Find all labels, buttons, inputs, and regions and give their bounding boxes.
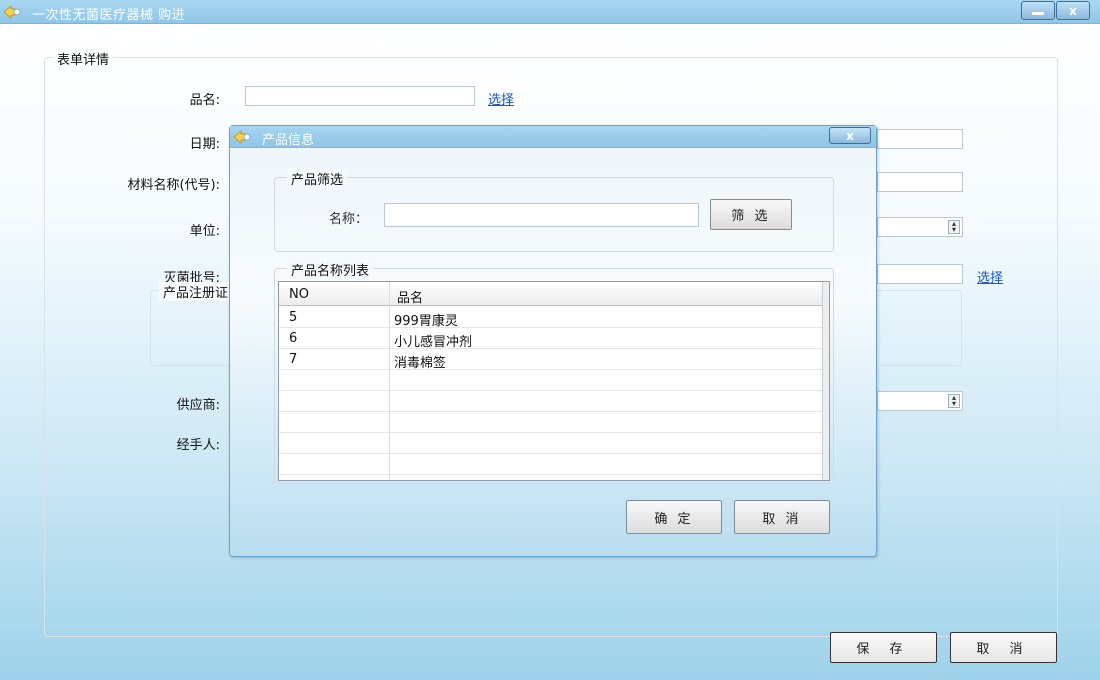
filter-name-input[interactable] [384,203,699,227]
product-name-input[interactable] [245,86,475,106]
close-icon: x [846,128,854,143]
row-name: 消毒棉签 [394,356,447,371]
row-name: 999胃康灵 [394,314,458,329]
app-icon [3,5,21,19]
row-name: 小儿感冒冲剂 [394,335,473,350]
column-header-no[interactable]: NO [289,287,309,302]
unit-label: 单位: [189,224,220,239]
dialog-title: 产品信息 [262,133,315,148]
close-button[interactable]: x [1056,1,1090,20]
product-list-title: 产品名称列表 [287,260,374,279]
table-row[interactable]: 5 999胃康灵 [279,307,823,329]
column-header-name[interactable]: 品名 [397,287,423,306]
table-row[interactable]: 7 消毒棉签 [279,349,823,371]
registration-group-title: 产品注册证 [159,282,233,301]
close-icon: x [1069,3,1077,18]
table-row[interactable]: 6 小儿感冒冲剂 [279,328,823,350]
handler-label: 经手人: [176,438,220,453]
supplier-select[interactable]: ▴ ▾ [877,391,963,411]
product-grid: NO 品名 5 999胃康灵 6 小儿感冒冲剂 7 消毒棉签 [278,281,830,481]
material-label: 材料名称(代号): [127,178,220,193]
cancel-button[interactable]: 取 消 [950,632,1057,663]
window-title: 一次性无菌医疗器械 购进 [32,8,186,23]
save-button[interactable]: 保 存 [830,632,937,663]
minimize-button[interactable] [1021,1,1055,20]
unit-spinner-icon[interactable]: ▴ ▾ [948,220,960,234]
grid-scrollbar[interactable] [822,282,829,480]
product-filter-title: 产品筛选 [287,169,348,188]
date-input[interactable] [877,129,963,149]
product-info-dialog: 产品信息 x 产品筛选 名称： 筛 选 产品名称列表 NO 品名 5 999胃康… [229,125,877,557]
date-label: 日期: [189,137,220,152]
dialog-cancel-button[interactable]: 取 消 [734,500,830,534]
minimize-icon [1032,12,1044,15]
empty-row [279,412,823,433]
name-label: 品名: [189,93,220,108]
empty-row [279,391,823,412]
select-batch-link[interactable]: 选择 [977,267,1003,286]
empty-row [279,454,823,475]
row-no: 5 [289,310,298,325]
dialog-app-icon [233,130,251,144]
filter-name-label: 名称： [328,212,368,227]
unit-select[interactable]: ▴ ▾ [877,217,963,237]
filter-button[interactable]: 筛 选 [710,199,792,230]
supplier-label: 供应商: [176,398,220,413]
window-titlebar[interactable]: 一次性无菌医疗器械 购进 x [0,0,1100,24]
supplier-spinner-icon[interactable]: ▴ ▾ [948,394,960,408]
grid-header: NO 品名 [279,282,823,306]
window-controls: x [1021,1,1090,20]
row-no: 6 [289,331,298,346]
empty-row [279,433,823,454]
batch-input[interactable] [877,264,963,284]
confirm-button[interactable]: 确 定 [626,500,722,534]
empty-row [279,370,823,391]
form-details-title: 表单详情 [53,49,114,68]
select-product-link[interactable]: 选择 [488,89,514,108]
dialog-titlebar[interactable]: 产品信息 x [230,126,876,148]
dialog-close-button[interactable]: x [829,127,871,144]
material-input[interactable] [877,172,963,192]
row-no: 7 [289,352,298,367]
